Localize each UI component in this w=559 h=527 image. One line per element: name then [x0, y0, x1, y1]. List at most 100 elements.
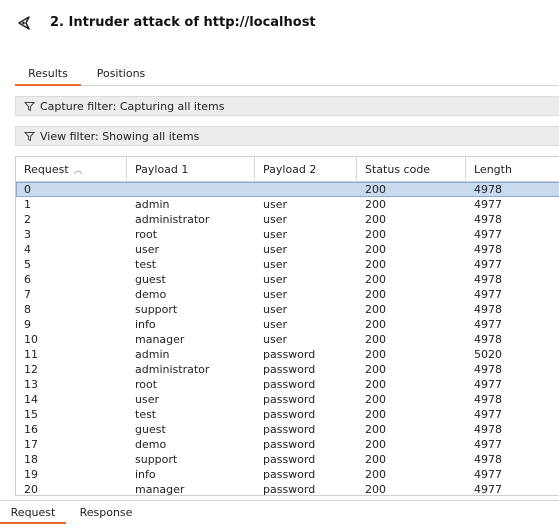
request-cell: 1: [24, 198, 31, 211]
request-cell: 9: [24, 318, 31, 331]
length-cell: 4978: [474, 213, 502, 226]
length-cell: 4978: [474, 453, 502, 466]
capture-filter-bar[interactable]: Capture filter: Capturing all items: [15, 96, 559, 116]
status-code-cell: 200: [365, 273, 386, 286]
payload-2-cell: user: [263, 228, 287, 241]
sort-ascending-icon: ︿: [73, 166, 83, 176]
request-cell: 14: [24, 393, 38, 406]
length-cell: 4977: [474, 198, 502, 211]
view-filter-label: View filter: Showing all items: [40, 129, 200, 143]
payload-2-cell: user: [263, 243, 287, 256]
status-code-cell: 200: [365, 228, 386, 241]
status-code-cell: 200: [365, 213, 386, 226]
payload-1-cell: info: [135, 318, 156, 331]
payload-1-cell: test: [135, 408, 157, 421]
payload-2-cell: password: [263, 483, 316, 496]
length-cell: 4978: [474, 393, 502, 406]
table-row[interactable]: 7 demo user 200 4977: [16, 287, 559, 302]
request-cell: 3: [24, 228, 31, 241]
payload-2-cell: password: [263, 423, 316, 436]
tab-request[interactable]: Request: [0, 504, 66, 524]
request-cell: 16: [24, 423, 38, 436]
table-row[interactable]: 12 administrator password 200 4978: [16, 362, 559, 377]
request-cell: 15: [24, 408, 38, 421]
table-row[interactable]: 11 admin password 200 5020: [16, 347, 559, 362]
status-code-cell: 200: [365, 363, 386, 376]
table-row[interactable]: 18 support password 200 4978: [16, 452, 559, 467]
request-cell: 12: [24, 363, 38, 376]
payload-1-cell: admin: [135, 348, 170, 361]
length-cell: 5020: [474, 348, 502, 361]
request-cell: 0: [24, 183, 31, 196]
table-row[interactable]: 16 guest password 200 4978: [16, 422, 559, 437]
payload-1-cell: guest: [135, 273, 166, 286]
payload-1-cell: root: [135, 228, 158, 241]
length-cell: 4978: [474, 273, 502, 286]
column-header-payload-1[interactable]: Payload 1: [127, 157, 255, 182]
status-code-cell: 200: [365, 483, 386, 496]
table-row[interactable]: 0 200 4978: [16, 182, 559, 197]
column-header-payload-2[interactable]: Payload 2: [255, 157, 357, 182]
payload-1-cell: root: [135, 378, 158, 391]
filter-icon: [23, 101, 36, 112]
view-filter-bar[interactable]: View filter: Showing all items: [15, 126, 559, 146]
table-row[interactable]: 14 user password 200 4978: [16, 392, 559, 407]
payload-1-cell: [127, 182, 255, 197]
table-row[interactable]: 1 admin user 200 4977: [16, 197, 559, 212]
length-cell: 4977: [474, 438, 502, 451]
table-row[interactable]: 4 user user 200 4978: [16, 242, 559, 257]
table-row[interactable]: 20 manager password 200 4977: [16, 482, 559, 496]
payload-1-cell: support: [135, 453, 178, 466]
status-code-cell: 200: [365, 423, 386, 436]
table-row[interactable]: 8 support user 200 4978: [16, 302, 559, 317]
length-cell: 4978: [474, 303, 502, 316]
payload-2-cell: user: [263, 273, 287, 286]
table-row[interactable]: 6 guest user 200 4978: [16, 272, 559, 287]
length-cell: 4977: [474, 483, 502, 496]
tab-positions[interactable]: Positions: [87, 64, 155, 86]
tab-response[interactable]: Response: [72, 504, 140, 524]
status-code-cell: 200: [365, 408, 386, 421]
payload-2-cell: password: [263, 393, 316, 406]
status-code-cell: 200: [365, 183, 386, 196]
tab-results[interactable]: Results: [15, 64, 81, 86]
payload-1-cell: test: [135, 258, 157, 271]
payload-1-cell: demo: [135, 288, 167, 301]
payload-1-cell: user: [135, 393, 159, 406]
column-header-status-code[interactable]: Status code: [357, 157, 466, 182]
length-cell: 4977: [474, 378, 502, 391]
title-bar: 2. Intruder attack of http://localhost: [0, 0, 559, 48]
table-row[interactable]: 17 demo password 200 4977: [16, 437, 559, 452]
payload-2-cell: password: [263, 468, 316, 481]
payload-2-cell: user: [263, 198, 287, 211]
table-row[interactable]: 15 test password 200 4977: [16, 407, 559, 422]
filter-icon: [23, 131, 36, 142]
payload-1-cell: manager: [135, 483, 185, 496]
payload-2-cell: password: [263, 438, 316, 451]
table-row[interactable]: 2 administrator user 200 4978: [16, 212, 559, 227]
table-row[interactable]: 19 info password 200 4977: [16, 467, 559, 482]
request-cell: 7: [24, 288, 31, 301]
payload-2-cell: user: [263, 333, 287, 346]
column-header-length[interactable]: Length: [466, 157, 559, 182]
table-row[interactable]: 5 test user 200 4977: [16, 257, 559, 272]
request-cell: 11: [24, 348, 38, 361]
table-row[interactable]: 10 manager user 200 4978: [16, 332, 559, 347]
table-row[interactable]: 13 root password 200 4977: [16, 377, 559, 392]
request-cell: 20: [24, 483, 38, 496]
status-code-cell: 200: [365, 453, 386, 466]
table-header: Request ︿ Payload 1 Payload 2 Status code…: [16, 157, 559, 182]
status-code-cell: 200: [365, 318, 386, 331]
status-code-cell: 200: [365, 258, 386, 271]
request-cell: 10: [24, 333, 38, 346]
request-cell: 13: [24, 378, 38, 391]
request-cell: 8: [24, 303, 31, 316]
length-cell: 4977: [474, 408, 502, 421]
payload-2-cell: password: [263, 348, 316, 361]
status-code-cell: 200: [365, 378, 386, 391]
column-header-request[interactable]: Request ︿: [16, 157, 127, 182]
request-cell: 5: [24, 258, 31, 271]
table-row[interactable]: 3 root user 200 4977: [16, 227, 559, 242]
table-row[interactable]: 9 info user 200 4977: [16, 317, 559, 332]
intruder-icon: [16, 15, 32, 31]
